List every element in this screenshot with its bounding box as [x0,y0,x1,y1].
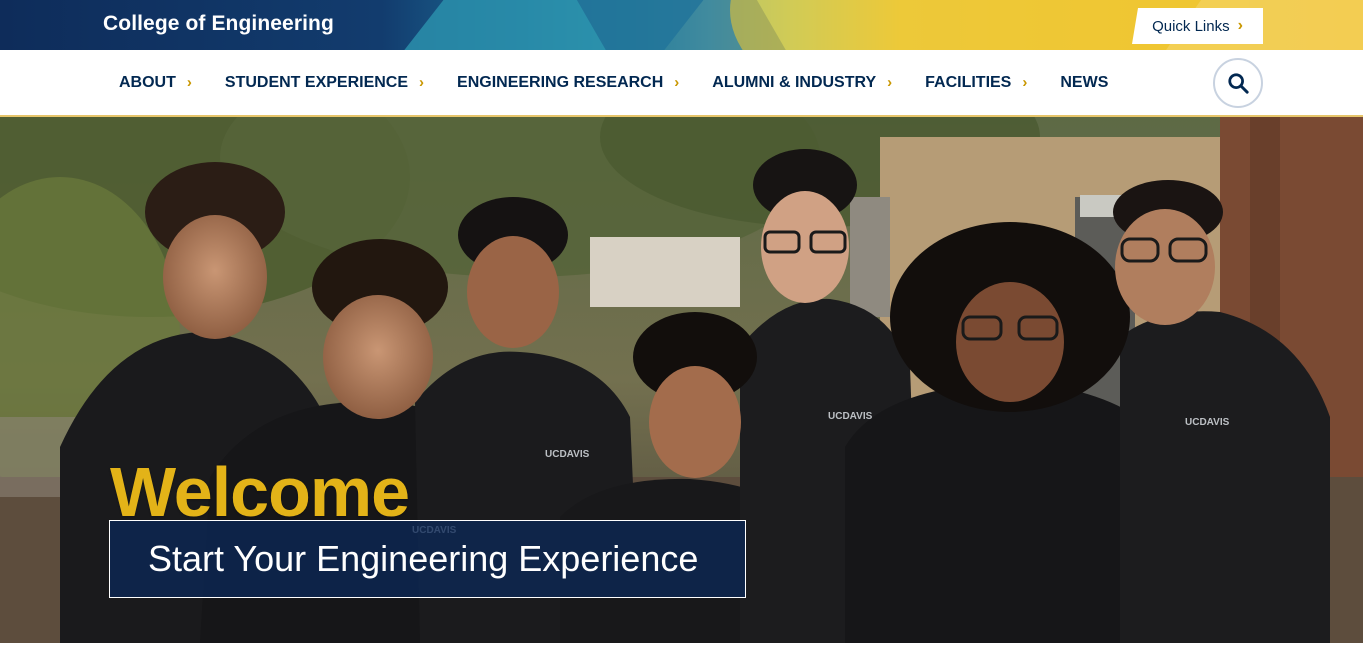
nav-item-label: STUDENT EXPERIENCE [224,73,409,91]
site-title-link[interactable]: College of Engineering [103,12,334,36]
nav-item-engineering-research[interactable]: ENGINEERING RESEARCH › [457,74,679,92]
shirt-logo-text: UCDAVIS [545,449,590,460]
search-icon [1228,73,1249,94]
main-navigation: ABOUT › STUDENT EXPERIENCE › ENGINEERING… [0,50,1363,117]
nav-item-student-experience[interactable]: STUDENT EXPERIENCE › [225,74,424,92]
nav-item-alumni-industry[interactable]: ALUMNI & INDUSTRY › [712,74,892,92]
nav-item-label: NEWS [1060,73,1109,91]
nav-item-label: ALUMNI & INDUSTRY [712,73,877,91]
nav-item-label: ABOUT [119,73,176,91]
quick-links-label: Quick Links [1152,17,1230,35]
nav-item-facilities[interactable]: FACILITIES › [925,74,1027,92]
chevron-right-icon: › [674,74,680,91]
search-button[interactable] [1213,58,1263,108]
start-experience-button[interactable]: Start Your Engineering Experience [109,520,746,598]
chevron-right-icon: › [1237,17,1243,34]
cta-label: Start Your Engineering Experience [148,538,699,579]
chevron-right-icon: › [419,74,425,91]
nav-list: ABOUT › STUDENT EXPERIENCE › ENGINEERING… [119,50,1141,115]
chevron-right-icon: › [887,74,893,91]
nav-item-about[interactable]: ABOUT › [119,74,192,92]
chevron-right-icon: › [1022,74,1028,91]
hero-section: UCDAVIS UCDAVIS UCDAVIS UCDAVIS Welcome … [0,117,1363,643]
chevron-right-icon: › [186,74,192,91]
nav-item-label: ENGINEERING RESEARCH [457,73,664,91]
shirt-logo-text: UCDAVIS [1185,417,1230,428]
top-banner: College of Engineering Quick Links › [0,0,1363,50]
nav-item-label: FACILITIES [925,73,1012,91]
shirt-logo-text: UCDAVIS [828,411,873,422]
quick-links-button[interactable]: Quick Links › [1132,8,1263,44]
nav-item-news[interactable]: NEWS [1060,74,1108,92]
